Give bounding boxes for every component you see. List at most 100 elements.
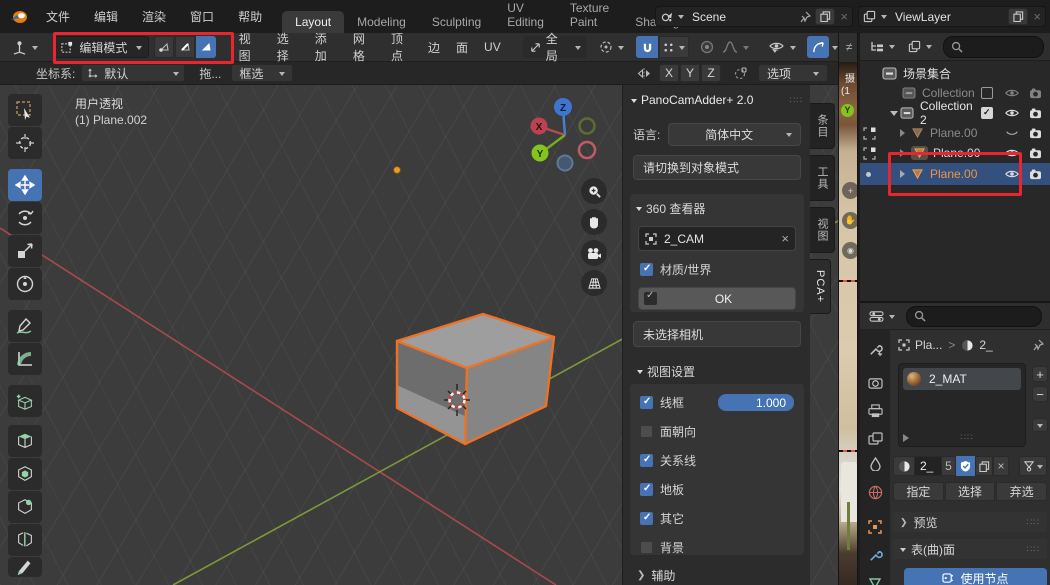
- viewlayer-name[interactable]: ViewLayer: [895, 10, 1008, 24]
- strip-hand-button[interactable]: ✋: [842, 212, 858, 229]
- extras-checkbox[interactable]: [640, 512, 653, 525]
- ok-checkbox[interactable]: ✓: [644, 292, 657, 305]
- outliner-row-plane-1[interactable]: Plane.00: [860, 123, 1050, 143]
- coord-system-dropdown[interactable]: 默认: [81, 64, 185, 82]
- strip-editor-header[interactable]: ≠: [839, 33, 858, 62]
- menu-render[interactable]: 渲染: [130, 8, 178, 25]
- snap-toggle-button[interactable]: [636, 36, 658, 58]
- edge-select-button[interactable]: [175, 36, 195, 58]
- transform-orientation-dropdown[interactable]: 全局: [523, 36, 587, 58]
- blender-logo-icon[interactable]: [10, 10, 28, 24]
- editor-type-button[interactable]: [6, 36, 43, 58]
- scene-name[interactable]: Scene: [692, 10, 799, 24]
- menu-view[interactable]: 视图: [230, 30, 268, 64]
- mirror-x-button[interactable]: X: [659, 64, 679, 82]
- npanel-tab-view[interactable]: 视图: [810, 207, 835, 253]
- outliner-display-mode-dropdown[interactable]: [865, 36, 899, 57]
- tool-bevel[interactable]: [8, 491, 42, 523]
- menu-uv[interactable]: UV: [476, 40, 509, 54]
- surface-grip[interactable]: ∷∷: [1027, 544, 1040, 555]
- menu-add[interactable]: 添加: [306, 30, 344, 64]
- material-users-button[interactable]: 5: [941, 456, 956, 476]
- proportional-edit-toggle[interactable]: [699, 39, 715, 55]
- material-unlink-button[interactable]: ×: [993, 456, 1009, 476]
- assign-button[interactable]: 指定: [893, 482, 944, 501]
- breadcrumb-material[interactable]: 2_: [979, 338, 1032, 352]
- properties-pin-icon[interactable]: [1032, 339, 1044, 351]
- plane2-eye-icon[interactable]: [1005, 148, 1019, 158]
- preview-section-header[interactable]: ❯ 预览 ∷∷: [893, 512, 1047, 532]
- viewlayer-selector[interactable]: ViewLayer ×: [858, 6, 1046, 27]
- view-settings-header[interactable]: 视图设置: [647, 363, 695, 380]
- outliner-search-input[interactable]: [943, 36, 1044, 58]
- deselect-button[interactable]: 弃选: [996, 482, 1047, 501]
- properties-search-input[interactable]: [906, 306, 1042, 327]
- plane2-camera-icon[interactable]: [1029, 148, 1042, 159]
- relationship-lines-checkbox[interactable]: [640, 454, 653, 467]
- snap-target-dropdown[interactable]: [659, 36, 689, 58]
- tool-scale[interactable]: [8, 235, 42, 267]
- use-nodes-button[interactable]: 使用节点: [904, 568, 1047, 585]
- collection2-camera-icon[interactable]: [1029, 108, 1042, 119]
- tool-transform[interactable]: [8, 268, 42, 300]
- no-camera-button[interactable]: 未选择相机: [633, 321, 801, 347]
- menu-vertex[interactable]: 顶点: [382, 30, 420, 64]
- vertex-select-button[interactable]: [154, 36, 174, 58]
- slot-list-grip[interactable]: ∷∷: [913, 432, 1021, 443]
- strip-camera-button[interactable]: ◉: [842, 242, 858, 259]
- camera-field[interactable]: 2_CAM ×: [638, 226, 796, 251]
- camera-view-button[interactable]: [581, 240, 607, 266]
- background-checkbox[interactable]: [640, 541, 653, 554]
- scene-selector[interactable]: Scene ×: [655, 6, 853, 27]
- collection1-hide-icon[interactable]: [1005, 88, 1019, 98]
- menu-face[interactable]: 面: [448, 39, 476, 56]
- plane2-expand-arrow[interactable]: [900, 149, 909, 157]
- scene-unlink-icon[interactable]: ×: [840, 9, 848, 24]
- tool-measure[interactable]: [8, 343, 42, 375]
- pan-hand-button[interactable]: [581, 209, 607, 235]
- strip-zoom-button[interactable]: +: [842, 182, 858, 199]
- preview-grip[interactable]: ∷∷: [1027, 517, 1040, 528]
- floor-checkbox[interactable]: [640, 483, 653, 496]
- zoom-button[interactable]: [581, 178, 607, 204]
- viewer-360-header[interactable]: 360 查看器: [646, 200, 705, 217]
- strip-gizmo-y-ball[interactable]: Y: [841, 104, 854, 117]
- viewlayer-remove-icon[interactable]: ×: [1033, 9, 1041, 24]
- wireframe-slider[interactable]: 1.000: [718, 394, 794, 411]
- tab-world-icon[interactable]: [868, 485, 883, 500]
- plane1-hidden-eye-icon[interactable]: [1005, 128, 1019, 138]
- npanel-tab-pca[interactable]: PCA+: [810, 259, 831, 314]
- menu-edge[interactable]: 边: [420, 39, 448, 56]
- menu-select[interactable]: 选择: [268, 30, 306, 64]
- aux-section-header[interactable]: 辅助: [651, 567, 675, 584]
- tool-select-box[interactable]: [8, 94, 42, 126]
- mode-dropdown[interactable]: 编辑模式: [53, 36, 148, 58]
- tab-modifiers-icon[interactable]: [868, 548, 883, 563]
- outliner-row-scene-collection[interactable]: 场景集合: [860, 63, 1050, 83]
- collection2-expand-arrow[interactable]: [890, 111, 898, 120]
- outliner-filter-dropdown[interactable]: [903, 36, 937, 57]
- tab-data-icon[interactable]: [868, 577, 882, 585]
- camera-field-clear-icon[interactable]: ×: [781, 231, 789, 246]
- tab-tool-icon[interactable]: [868, 342, 883, 357]
- viewlayer-copy-button[interactable]: [1008, 8, 1028, 25]
- plane1-camera-icon[interactable]: [1029, 128, 1042, 139]
- material-slot-specials-dropdown[interactable]: [1032, 418, 1048, 432]
- slot-list-expand-icon[interactable]: [903, 434, 913, 442]
- tab-uv-editing[interactable]: UV Editing: [494, 0, 557, 33]
- menu-edit[interactable]: 编辑: [82, 8, 130, 25]
- tool-cursor[interactable]: [8, 127, 42, 159]
- tab-scene-icon[interactable]: [869, 457, 882, 471]
- menu-help[interactable]: 帮助: [226, 8, 274, 25]
- navigation-gizmo[interactable]: Z X Y: [523, 93, 609, 179]
- tab-object-icon[interactable]: [868, 520, 882, 534]
- language-dropdown[interactable]: 简体中文: [668, 123, 801, 146]
- material-slot-remove-button[interactable]: −: [1032, 386, 1048, 402]
- collection2-checkbox[interactable]: [981, 107, 993, 119]
- plane3-eye-icon[interactable]: [1005, 169, 1019, 179]
- scene-copy-button[interactable]: [815, 8, 835, 25]
- select-button[interactable]: 选择: [945, 482, 996, 501]
- breadcrumb-object[interactable]: Pla...: [915, 338, 942, 352]
- options-dropdown[interactable]: 选项: [758, 64, 828, 82]
- panel-grip[interactable]: ∷∷: [790, 95, 803, 106]
